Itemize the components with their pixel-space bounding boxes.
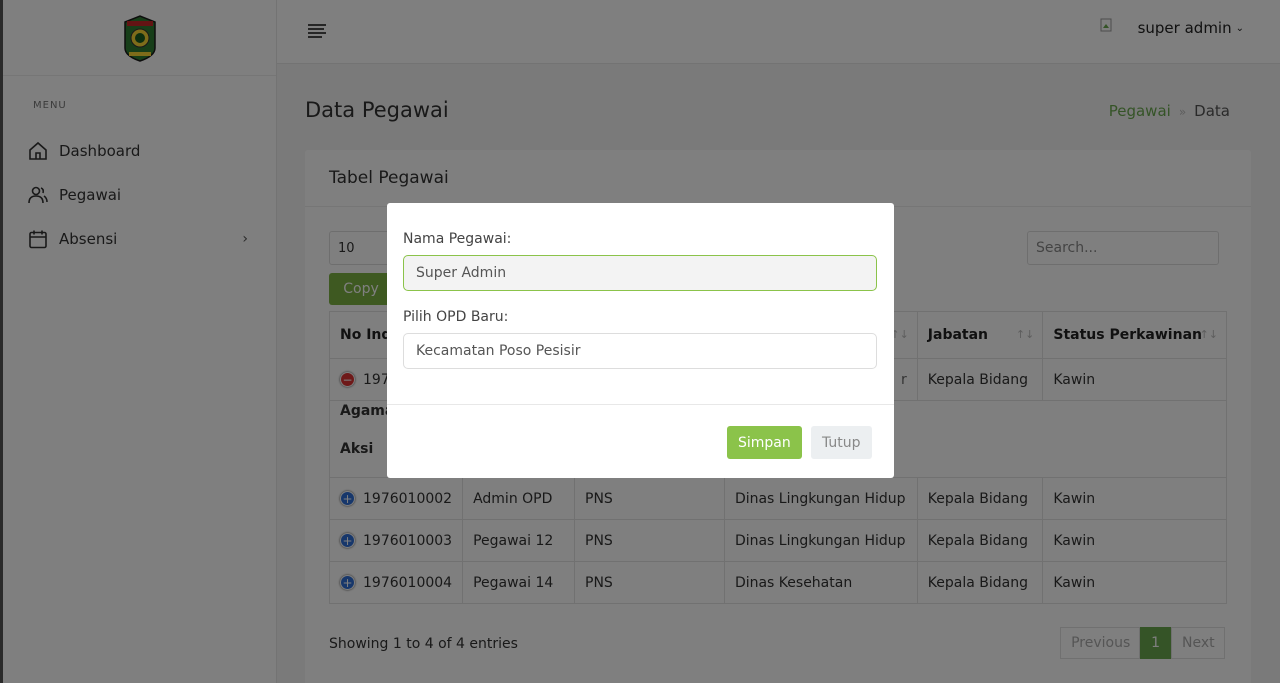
nama-pegawai-label: Nama Pegawai: [403,231,512,247]
pilih-opd-label: Pilih OPD Baru: [403,309,509,325]
close-button[interactable]: Tutup [811,426,872,459]
modal-body: Nama Pegawai: Pilih OPD Baru: [387,203,894,405]
save-button[interactable]: Simpan [727,426,802,459]
opd-select-field[interactable] [403,333,877,369]
change-opd-modal: Nama Pegawai: Pilih OPD Baru: Simpan Tut… [387,203,894,478]
nama-pegawai-field[interactable] [403,255,877,291]
modal-footer: Simpan Tutup [387,405,894,477]
